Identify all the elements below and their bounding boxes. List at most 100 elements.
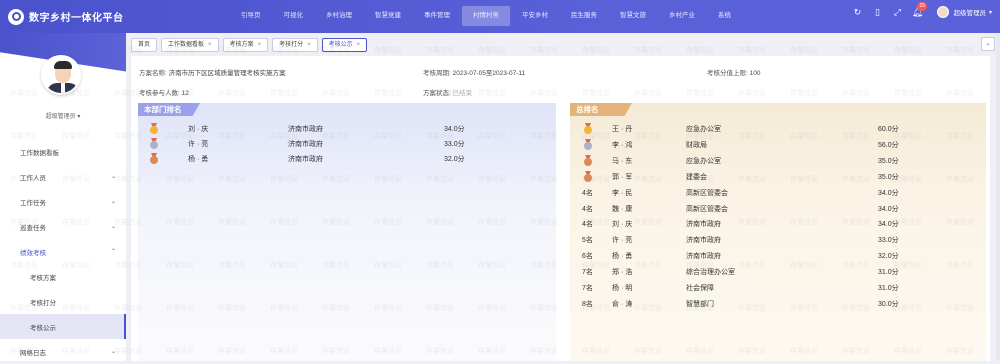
sidebar-item-publicity[interactable]: 考核公示: [0, 314, 126, 339]
top-icons: ↻ ▯ ⤢ 🔔︎ 25 超级管理员 ▾: [847, 1, 992, 18]
rank-score: 30.0分: [878, 300, 899, 308]
tab[interactable]: 考核方案 ×: [222, 37, 269, 52]
rank-org: 财政局: [686, 141, 707, 149]
score-cap: 考核分值上限: 100: [707, 70, 761, 77]
rank-score: 35.0分: [878, 157, 899, 165]
sidebar-item-staff[interactable]: 工作人员 ⌄: [0, 164, 126, 189]
sidebar-item-grid-log[interactable]: 网格日志 ⌄: [0, 339, 126, 364]
sidebar-item-performance[interactable]: 绩效考核 ⌃: [0, 239, 126, 264]
close-icon[interactable]: ×: [258, 39, 262, 51]
tab-label: 工作数据看板: [168, 41, 205, 48]
dept-ranking-panel: 本部门排名 刘 · 庆济南市政府 34.0分许 · 亮济南市政府 33.0分杨 · …: [138, 103, 556, 361]
rank-name: 郭 · 军: [612, 173, 633, 181]
sidebar: 超级管理员 ▾ 工作数据看板 工作人员 ⌄ 工作任务 ⌄ 巡查任务 ⌄ 绩效考核 ⌃ 考…: [0, 33, 126, 361]
rank-name: 杨 · 明: [612, 285, 633, 292]
nav-item[interactable]: 可视化: [273, 6, 315, 26]
close-icon[interactable]: ×: [357, 39, 361, 51]
total-ranking-panel: 总排名 王 · 丹应急办公室 60.0分李 · 鸿财政局 56.0分马 · 东应急办…: [570, 103, 986, 361]
page-scrollbar[interactable]: [996, 33, 1000, 361]
nav-item[interactable]: 事件管理: [413, 6, 461, 26]
rank-score: 31.0分: [878, 269, 899, 277]
rank-name: 魏 · 康: [612, 205, 633, 213]
chevron-down-icon: ⌄: [110, 174, 116, 180]
user-name[interactable]: 超级管理员: [953, 7, 986, 17]
silver-medal-icon: [150, 138, 158, 149]
rank-org: 智慧部门: [686, 300, 714, 308]
tab-label: 考核方案: [229, 41, 254, 48]
close-icon[interactable]: ×: [208, 39, 212, 51]
sidebar-item-plan[interactable]: 考核方案: [0, 264, 126, 289]
rank-name: 李 · 民: [612, 189, 633, 197]
rank-name: 杨 · 勇: [612, 253, 633, 261]
rank-org: 社会保障: [686, 285, 714, 292]
close-icon[interactable]: ×: [307, 39, 311, 51]
rank-org: 应急办公室: [686, 157, 721, 165]
rank-position: 8名: [582, 300, 593, 308]
rank-name: 俞 · 涛: [612, 300, 633, 308]
rank-score: 34.0分: [444, 126, 465, 133]
top-bar: 数字乡村一体化平台 引导页 可视化 乡村治理 智慧党建 事件管理 村情村务 平安乡村 民生服务…: [0, 0, 1000, 33]
rank-position: 4名: [582, 189, 593, 197]
tab-label: 考核打分: [279, 41, 304, 48]
rank-position: 6名: [582, 253, 593, 261]
rank-score: 32.0分: [878, 253, 899, 261]
rank-name: 杨 · 勇: [188, 156, 209, 163]
rank-name: 刘 · 庆: [612, 221, 633, 229]
nav-item[interactable]: 智慧文旅: [609, 6, 657, 26]
rank-org: 高新区管委会: [686, 205, 728, 213]
side-menu: 工作数据看板 工作人员 ⌄ 工作任务 ⌄ 巡查任务 ⌄ 绩效考核 ⌃ 考核方案 考核打分…: [0, 139, 126, 364]
tab-label: 考核公示: [328, 41, 353, 48]
bell-icon[interactable]: 🔔︎ 25: [907, 1, 928, 18]
sidebar-item-patrol[interactable]: 巡查任务 ⌄: [0, 214, 126, 239]
tab-label: 首页: [138, 41, 151, 48]
tab[interactable]: 工作数据看板 ×: [161, 37, 219, 52]
rank-org: 济南市政府: [686, 221, 721, 229]
avatar[interactable]: [937, 6, 950, 18]
nav-item[interactable]: 乡村治理: [315, 6, 363, 26]
rank-name: 马 · 东: [612, 157, 633, 165]
chevron-down-icon: ⌄: [110, 349, 116, 355]
tab[interactable]: 考核打分 ×: [272, 37, 318, 52]
tab-menu-button[interactable]: ⌄: [981, 37, 995, 51]
main-content: 方案名称: 济南市历下区区域质量管理考核实施方案 考核周期: 2023-07-0…: [131, 56, 990, 361]
rank-position: 4名: [582, 205, 593, 213]
sidebar-item-scoring[interactable]: 考核打分: [0, 289, 126, 314]
chevron-up-icon: ⌃: [110, 249, 116, 255]
bronze-medal-icon: [584, 154, 592, 166]
bronze-medal-icon: [584, 170, 592, 182]
rank-org: 建委会: [686, 173, 707, 181]
nav-item[interactable]: 乡村产业: [658, 6, 706, 26]
rank-score: 33.0分: [878, 237, 899, 245]
nav-item[interactable]: 系统: [707, 6, 742, 26]
nav-item[interactable]: 平安乡村: [511, 6, 559, 26]
plan-status: 方案状态: 已结束: [423, 90, 473, 97]
sidebar-item-tasks[interactable]: 工作任务 ⌄: [0, 189, 126, 214]
mobile-icon[interactable]: ▯: [867, 7, 887, 18]
rank-org: 济南市政府: [288, 126, 323, 133]
chevron-down-icon[interactable]: ▾: [989, 9, 992, 16]
refresh-icon[interactable]: ↻: [847, 7, 867, 18]
rank-score: 35.0分: [878, 173, 899, 181]
nav-item[interactable]: 民生服务: [560, 6, 608, 26]
nav-item[interactable]: 村情村务: [462, 6, 510, 26]
tab[interactable]: 考核公示 ×: [321, 37, 368, 52]
rank-org: 应急办公室: [686, 126, 721, 133]
sidebar-item-dashboard[interactable]: 工作数据看板: [0, 139, 126, 164]
total-ranking-title: 总排名: [570, 103, 632, 116]
gold-medal-icon: [584, 123, 592, 134]
rank-score: 60.0分: [878, 126, 899, 133]
tab-bar: 首页 工作数据看板 × 考核方案 × 考核打分 × 考核公示 × ⌄: [131, 37, 995, 52]
rank-org: 济南市政府: [288, 156, 323, 163]
participant-count: 考核参与人数: 12: [139, 90, 189, 97]
rank-score: 31.0分: [878, 285, 899, 292]
rank-org: 高新区管委会: [686, 189, 728, 197]
nav-item[interactable]: 智慧党建: [364, 6, 412, 26]
fullscreen-icon[interactable]: ⤢: [887, 7, 907, 18]
tab[interactable]: 首页: [131, 37, 158, 52]
sidebar-user-name[interactable]: 超级管理员 ▾: [0, 111, 126, 120]
rank-name: 李 · 鸿: [612, 141, 633, 149]
rank-name: 许 · 亮: [612, 237, 633, 245]
nav-item[interactable]: 引导页: [230, 6, 272, 26]
plan-period: 考核周期: 2023-07-05至2023-07-11: [423, 70, 526, 77]
rank-name: 许 · 亮: [188, 141, 209, 148]
